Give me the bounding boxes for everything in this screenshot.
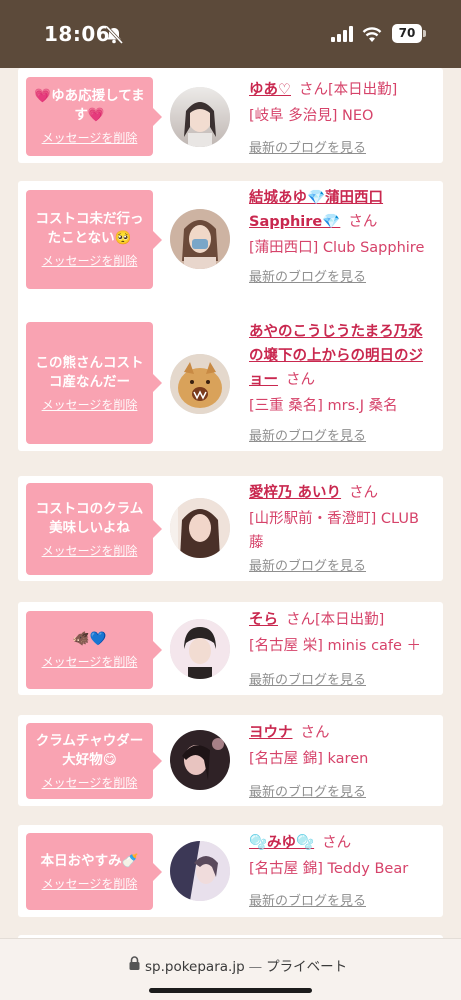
url-text[interactable]: sp.pokepara.jp — プライベート: [145, 955, 347, 975]
girl-info: あやのこうじうたまろ乃氶の壌下の上からの明日のジョー さん [三重 桑名] mrs…: [249, 320, 435, 418]
message-list: 💗ゆあ応援してます💗 メッセージを削除 ゆあ♡ さん[本日出勤] [岐阜 多治見]…: [0, 68, 461, 938]
message-bubble: 🐗💙 メッセージを削除: [26, 611, 162, 689]
honorific: さん: [286, 372, 315, 388]
girl-name-link[interactable]: 🫧みゆ🫧: [249, 835, 314, 851]
girl-info: 🫧みゆ🫧 さん [名古屋 錦] Teddy Bear: [249, 831, 435, 881]
latest-blog-link[interactable]: 最新のブログを見る: [249, 425, 366, 444]
girl-info: ヨウナ さん [名古屋 錦] karen: [249, 721, 435, 771]
status-time: 18:06: [44, 22, 111, 46]
latest-blog-link[interactable]: 最新のブログを見る: [249, 137, 366, 156]
latest-blog-link[interactable]: 最新のブログを見る: [249, 266, 366, 285]
girl-info: そら さん[本日出勤] [名古屋 栄] minis cafe ＋: [249, 608, 435, 658]
battery-icon: 70: [392, 24, 426, 43]
delete-message-link[interactable]: メッセージを削除: [42, 396, 138, 413]
delete-message-link[interactable]: メッセージを削除: [42, 129, 138, 146]
shop-info: [三重 桑名] mrs.J 桑名: [249, 398, 398, 414]
message-text: 💗ゆあ応援してます💗: [34, 88, 145, 123]
honorific: さん: [348, 214, 378, 230]
delete-message-link[interactable]: メッセージを削除: [42, 774, 138, 791]
message-bubble: 💗ゆあ応援してます💗 メッセージを削除: [26, 77, 162, 156]
bell-slash-icon: [105, 26, 124, 44]
avatar[interactable]: [170, 619, 230, 679]
girl-name-link[interactable]: ヨウナ: [249, 725, 293, 741]
avatar[interactable]: [170, 498, 230, 558]
message-card: 🐗💙 メッセージを削除 そら さん[本日出勤] [名古屋 栄] minis caf…: [18, 602, 443, 695]
shop-info: [岐阜 多治見] NEO: [249, 108, 374, 124]
avatar[interactable]: [170, 209, 230, 269]
lock-icon: [129, 956, 140, 970]
browser-url-bar[interactable]: sp.pokepara.jp — プライベート: [0, 938, 461, 1000]
url-domain: sp.pokepara.jp: [145, 959, 245, 975]
battery-level: 70: [392, 24, 422, 43]
status-bar: 18:06 70: [0, 0, 461, 68]
work-status: [本日出勤]: [315, 612, 385, 628]
home-indicator[interactable]: [149, 988, 312, 993]
message-bubble: この熊さんコストコ産なんだー メッセージを削除: [26, 322, 162, 444]
message-bubble: クラムチャウダー大好物😋 メッセージを削除: [26, 723, 162, 799]
message-bubble: コストコのクラム美味しいよね メッセージを削除: [26, 483, 162, 575]
message-text: 本日おやすみ🍼: [40, 852, 139, 869]
shop-info: [名古屋 錦] Teddy Bear: [249, 861, 409, 877]
latest-blog-link[interactable]: 最新のブログを見る: [249, 669, 366, 688]
avatar[interactable]: [170, 730, 230, 790]
url-separator: —: [248, 959, 263, 975]
message-text: 🐗💙: [72, 631, 107, 647]
message-bubble: 本日おやすみ🍼 メッセージを削除: [26, 833, 162, 910]
shop-info: [名古屋 錦] karen: [249, 751, 369, 767]
delete-message-link[interactable]: メッセージを削除: [42, 653, 138, 670]
avatar[interactable]: [170, 87, 230, 147]
shop-info: [名古屋 栄] minis cafe ＋: [249, 638, 422, 654]
girl-info: 結城あゆ💎蒲田西口Sapphire💎 さん [蒲田西口] Club Sapphir…: [249, 186, 435, 260]
girl-info: ゆあ♡ さん[本日出勤] [岐阜 多治見] NEO: [249, 78, 435, 128]
message-text: クラムチャウダー大好物😋: [35, 732, 144, 768]
message-card: 💗ゆあ応援してます💗 メッセージを削除 ゆあ♡ さん[本日出勤] [岐阜 多治見]…: [18, 68, 443, 163]
latest-blog-link[interactable]: 最新のブログを見る: [249, 781, 366, 800]
message-card: この熊さんコストコ産なんだー メッセージを削除 あやのこうじうたまろ乃氶の壌下の…: [18, 315, 443, 451]
girl-info: 愛梓乃 あいり さん [山形駅前・香澄町] CLUB 藤: [249, 481, 435, 555]
cellular-signal-icon: [331, 26, 353, 42]
girl-name-link[interactable]: ゆあ♡: [249, 82, 291, 98]
girl-name-link[interactable]: 愛梓乃 あいり: [249, 485, 341, 501]
shop-info: [蒲田西口] Club Sapphire: [249, 240, 425, 256]
girl-name-link[interactable]: あやのこうじうたまろ乃氶の壌下の上からの明日のジョー: [249, 324, 423, 388]
browsing-mode: プライベート: [266, 959, 348, 975]
work-status: [本日出勤]: [328, 82, 398, 98]
girl-name-link[interactable]: そら: [249, 612, 278, 628]
message-card: コストコのクラム美味しいよね メッセージを削除 愛梓乃 あいり さん [山形駅前・…: [18, 476, 443, 581]
message-text: コストコのクラム美味しいよね: [35, 500, 144, 536]
message-text: コストコ未だ行ったことない🥺: [35, 211, 144, 246]
honorific: さん: [349, 485, 379, 501]
avatar[interactable]: [170, 841, 230, 901]
message-bubble: コストコ未だ行ったことない🥺 メッセージを削除: [26, 190, 162, 289]
message-card: クラムチャウダー大好物😋 メッセージを削除 ヨウナ さん [名古屋 錦] kare…: [18, 715, 443, 806]
latest-blog-link[interactable]: 最新のブログを見る: [249, 555, 366, 574]
delete-message-link[interactable]: メッセージを削除: [42, 252, 138, 269]
delete-message-link[interactable]: メッセージを削除: [42, 875, 138, 892]
latest-blog-link[interactable]: 最新のブログを見る: [249, 890, 366, 909]
honorific: さん: [300, 725, 330, 741]
avatar[interactable]: [170, 354, 230, 414]
delete-message-link[interactable]: メッセージを削除: [42, 542, 138, 559]
honorific: さん: [299, 82, 328, 98]
message-card: 本日おやすみ🍼 メッセージを削除 🫧みゆ🫧 さん [名古屋 錦] Teddy Be…: [18, 825, 443, 917]
shop-info: [山形駅前・香澄町] CLUB 藤: [249, 511, 419, 551]
message-text: この熊さんコストコ産なんだー: [35, 354, 144, 390]
wifi-icon: [362, 27, 382, 42]
honorific: さん: [286, 612, 315, 628]
honorific: さん: [322, 835, 352, 851]
